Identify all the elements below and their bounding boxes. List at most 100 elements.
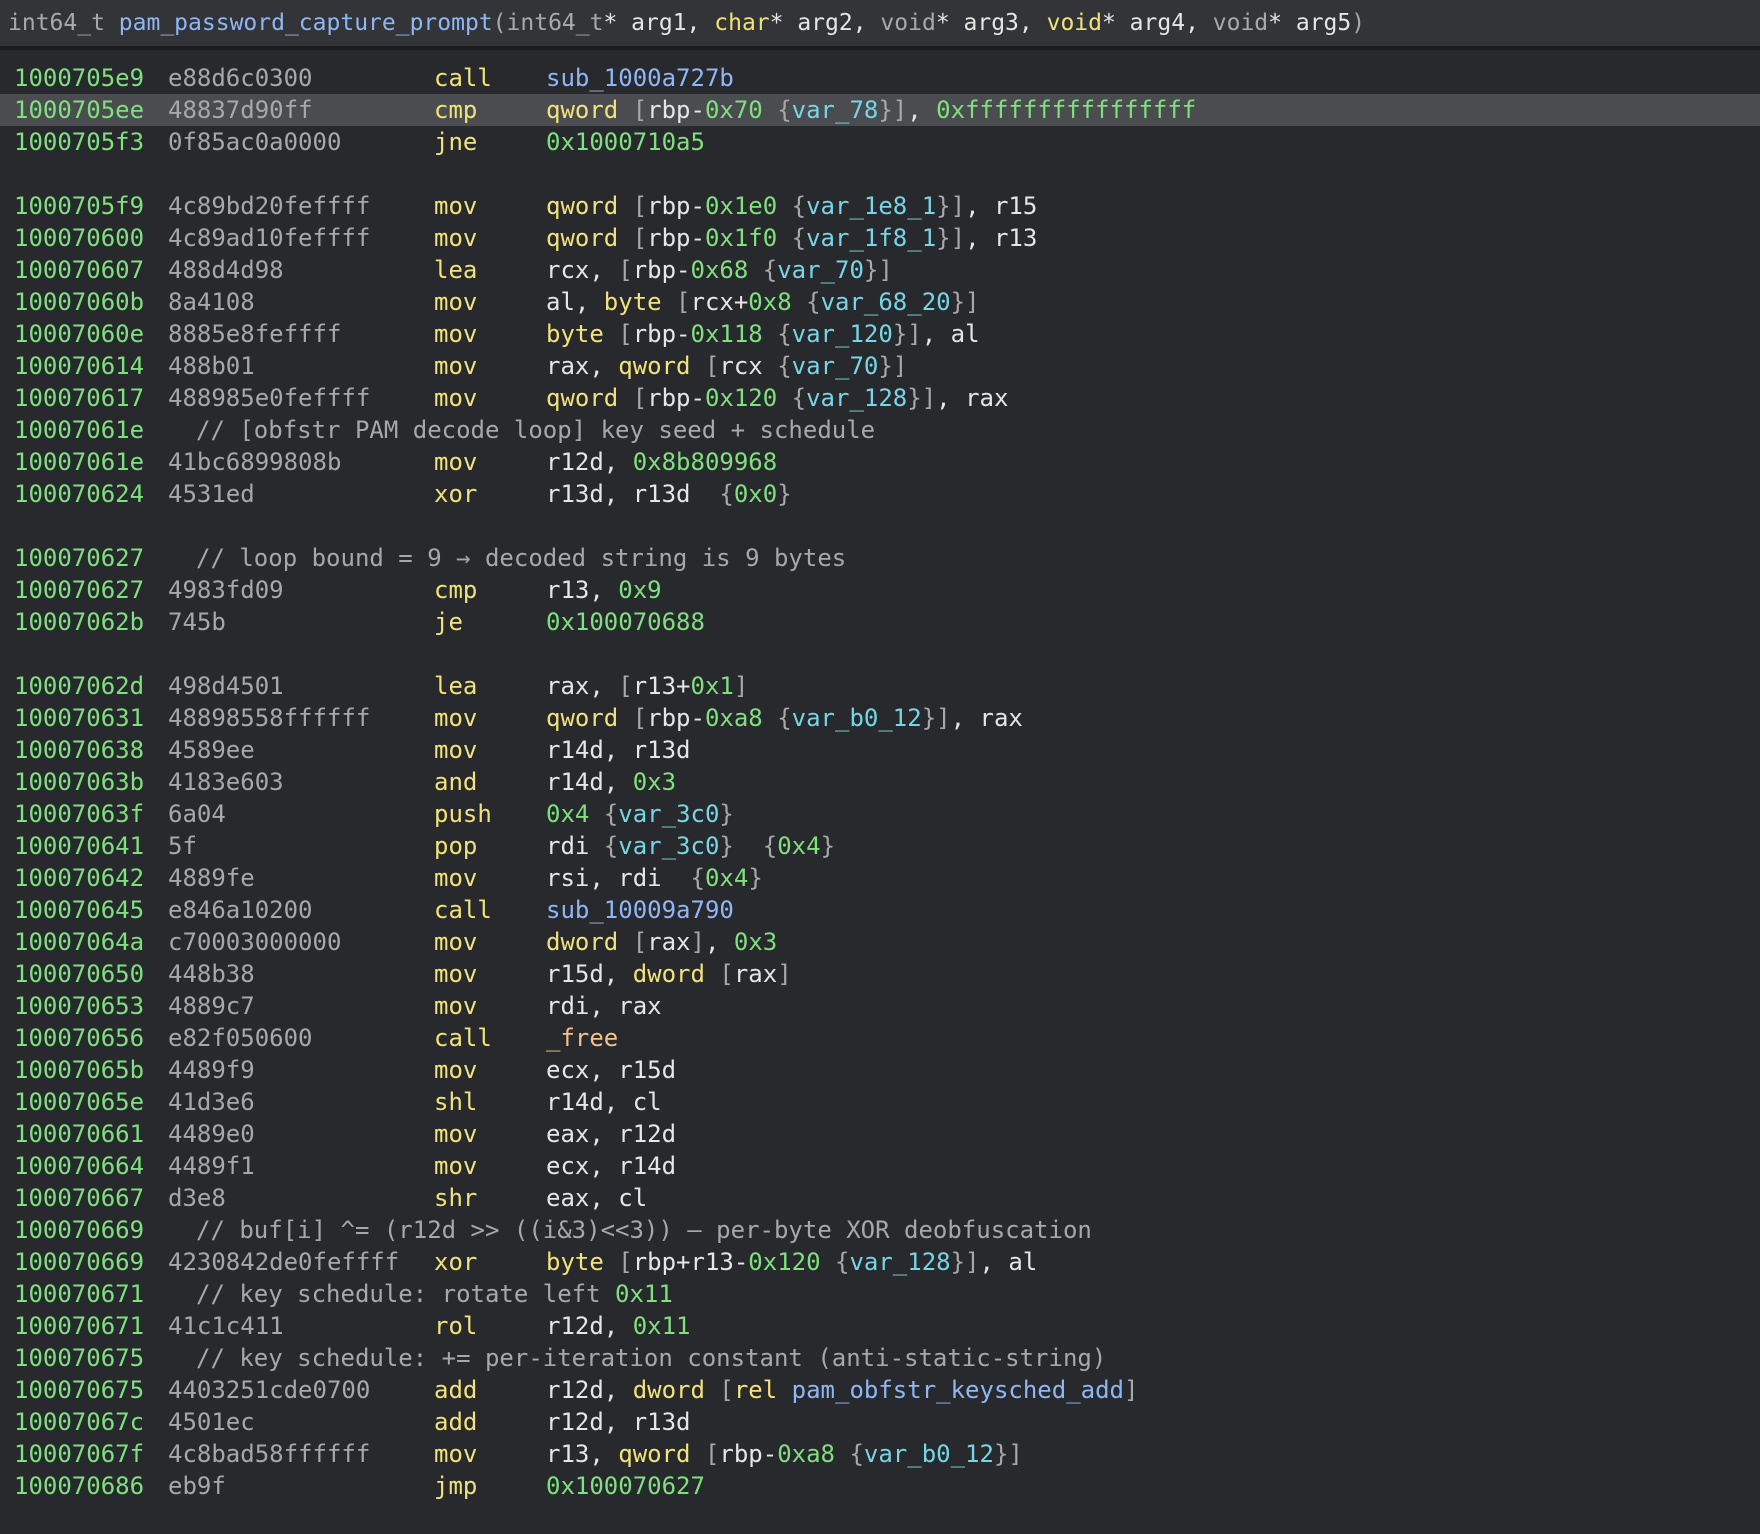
address[interactable]: 100070671 xyxy=(14,1278,144,1310)
instruction-row[interactable]: 1000705f9 4c89bd20feffff mov qword [rbp-0x1… xyxy=(0,190,1760,222)
address[interactable]: 100070664 xyxy=(14,1150,144,1182)
instruction-row[interactable]: 10007067c 4501ec add r12d, r13d xyxy=(0,1406,1760,1438)
address[interactable]: 10007063b xyxy=(14,766,144,798)
variable-ref[interactable]: var_1f8_1 xyxy=(806,224,936,252)
address[interactable]: 10007064a xyxy=(14,926,144,958)
address[interactable]: 100070641 xyxy=(14,830,144,862)
instruction-row[interactable]: 10007062b 745b je 0x100070688 xyxy=(0,606,1760,638)
address[interactable]: 100070671 xyxy=(14,1310,144,1342)
address[interactable]: 100070642 xyxy=(14,862,144,894)
import-ref[interactable]: _free xyxy=(546,1024,618,1052)
instruction-row[interactable]: 100070617 488985e0feffff mov qword [rbp-0x1… xyxy=(0,382,1760,414)
instruction-row[interactable]: 10007067f 4c8bad58ffffff mov r13, qword [rb… xyxy=(0,1438,1760,1470)
address[interactable]: 100070669 xyxy=(14,1246,144,1278)
symbol-ref[interactable]: pam_obfstr_keysched_add xyxy=(792,1376,1124,1404)
instruction-row[interactable]: 100070650 448b38 mov r15d, dword [rax] xyxy=(0,958,1760,990)
function-name[interactable]: pam_password_capture_prompt xyxy=(119,10,493,36)
instruction-row[interactable]: 10007060e 8885e8feffff mov byte [rbp-0x118 … xyxy=(0,318,1760,350)
address[interactable]: 1000705e9 xyxy=(14,62,144,94)
instruction-row[interactable]: 100070641 5f pop rdi {var_3c0} {0x4} xyxy=(0,830,1760,862)
variable-ref[interactable]: var_120 xyxy=(792,320,893,348)
address[interactable]: 100070638 xyxy=(14,734,144,766)
address[interactable]: 1000705f9 xyxy=(14,190,144,222)
instruction-row[interactable]: 1000705f3 0f85ac0a0000 jne 0x1000710a5 xyxy=(0,126,1760,158)
instruction-row[interactable]: 100070642 4889fe mov rsi, rdi {0x4} xyxy=(0,862,1760,894)
comment-line[interactable]: 100070675 // key schedule: += per-iterati… xyxy=(0,1342,1760,1374)
address[interactable]: 10007060b xyxy=(14,286,144,318)
address[interactable]: 10007061e xyxy=(14,446,144,478)
instruction-row[interactable]: 100070607 488d4d98 lea rcx, [rbp-0x68 {var_… xyxy=(0,254,1760,286)
variable-ref[interactable]: var_128 xyxy=(849,1248,950,1276)
instruction-row[interactable]: 100070638 4589ee mov r14d, r13d xyxy=(0,734,1760,766)
instruction-row[interactable]: 100070631 48898558ffffff mov qword [rbp-0xa… xyxy=(0,702,1760,734)
comment-line[interactable]: 10007061e // [obfstr PAM decode loop] key… xyxy=(0,414,1760,446)
address[interactable]: 100070617 xyxy=(14,382,144,414)
instruction-row[interactable]: 100070667 d3e8 shr eax, cl xyxy=(0,1182,1760,1214)
instruction-row[interactable]: 10007064a c70003000000 mov dword [rax], 0x3 xyxy=(0,926,1760,958)
instruction-row[interactable]: 100070664 4489f1 mov ecx, r14d xyxy=(0,1150,1760,1182)
address[interactable]: 100070624 xyxy=(14,478,144,510)
address[interactable]: 10007060e xyxy=(14,318,144,350)
address[interactable]: 100070627 xyxy=(14,542,144,574)
instruction-row[interactable]: 100070675 4403251cde0700 add r12d, dword [r… xyxy=(0,1374,1760,1406)
instruction-row[interactable]: 10007065b 4489f9 mov ecx, r15d xyxy=(0,1054,1760,1086)
instruction-row[interactable]: 10007061e 41bc6899808b mov r12d, 0x8b809968 xyxy=(0,446,1760,478)
variable-ref[interactable]: var_78 xyxy=(792,96,879,124)
instruction-row[interactable]: 100070661 4489e0 mov eax, r12d xyxy=(0,1118,1760,1150)
instruction-row[interactable]: 100070624 4531ed xor r13d, r13d {0x0} xyxy=(0,478,1760,510)
address[interactable]: 100070653 xyxy=(14,990,144,1022)
numeric-operand[interactable]: 0x100070688 xyxy=(546,608,705,636)
address[interactable]: 10007062b xyxy=(14,606,144,638)
address[interactable]: 100070627 xyxy=(14,574,144,606)
address[interactable]: 10007061e xyxy=(14,414,144,446)
address[interactable]: 10007062d xyxy=(14,670,144,702)
selected-instruction-row[interactable]: 1000705ee 48837d90ff cmp qword [rbp-0x70 {v… xyxy=(0,94,1760,126)
numeric-operand[interactable]: 0x100070627 xyxy=(546,1472,705,1500)
instruction-row[interactable]: 100070645 e846a10200 call sub_10009a790 xyxy=(0,894,1760,926)
instruction-row[interactable]: 10007065e 41d3e6 shl r14d, cl xyxy=(0,1086,1760,1118)
variable-ref[interactable]: var_68_20 xyxy=(821,288,951,316)
address[interactable]: 100070669 xyxy=(14,1214,144,1246)
address[interactable]: 1000705ee xyxy=(14,94,144,126)
address[interactable]: 100070607 xyxy=(14,254,144,286)
comment-line[interactable]: 100070627 // loop bound = 9 → decoded str… xyxy=(0,542,1760,574)
instruction-row[interactable]: 10007060b 8a4108 mov al, byte [rcx+0x8 {var… xyxy=(0,286,1760,318)
address[interactable]: 10007065b xyxy=(14,1054,144,1086)
numeric-operand[interactable]: 0x1000710a5 xyxy=(546,128,705,156)
variable-ref[interactable]: var_128 xyxy=(806,384,907,412)
instruction-row[interactable]: 100070600 4c89ad10feffff mov qword [rbp-0x1… xyxy=(0,222,1760,254)
instruction-row[interactable]: 10007063f 6a04 push 0x4 {var_3c0} xyxy=(0,798,1760,830)
variable-ref[interactable]: var_70 xyxy=(792,352,879,380)
symbol-ref[interactable]: sub_1000a727b xyxy=(546,64,734,92)
variable-ref[interactable]: var_3c0 xyxy=(618,800,719,828)
address[interactable]: 100070650 xyxy=(14,958,144,990)
address[interactable]: 100070675 xyxy=(14,1342,144,1374)
variable-ref[interactable]: var_3c0 xyxy=(618,832,719,860)
address[interactable]: 1000705f3 xyxy=(14,126,144,158)
variable-ref[interactable]: var_1e8_1 xyxy=(806,192,936,220)
address[interactable]: 100070614 xyxy=(14,350,144,382)
instruction-row[interactable]: 100070669 4230842de0feffff xor byte [rbp+r1… xyxy=(0,1246,1760,1278)
variable-ref[interactable]: var_b0_12 xyxy=(792,704,922,732)
instruction-row[interactable]: 100070653 4889c7 mov rdi, rax xyxy=(0,990,1760,1022)
address[interactable]: 10007067f xyxy=(14,1438,144,1470)
address[interactable]: 100070600 xyxy=(14,222,144,254)
address[interactable]: 100070686 xyxy=(14,1470,144,1502)
variable-ref[interactable]: var_70 xyxy=(777,256,864,284)
address[interactable]: 100070675 xyxy=(14,1374,144,1406)
instruction-row[interactable]: 100070614 488b01 mov rax, qword [rcx {var_7… xyxy=(0,350,1760,382)
comment-line[interactable]: 100070669 // buf[i] ^= (r12d >> ((i&3)<<3… xyxy=(0,1214,1760,1246)
address[interactable]: 100070661 xyxy=(14,1118,144,1150)
address[interactable]: 100070631 xyxy=(14,702,144,734)
comment-line[interactable]: 100070671 // key schedule: rotate left 0x… xyxy=(0,1278,1760,1310)
instruction-row[interactable]: 10007063b 4183e603 and r14d, 0x3 xyxy=(0,766,1760,798)
variable-ref[interactable]: var_b0_12 xyxy=(864,1440,994,1468)
instruction-row[interactable]: 10007062d 498d4501 lea rax, [r13+0x1] xyxy=(0,670,1760,702)
symbol-ref[interactable]: sub_10009a790 xyxy=(546,896,734,924)
address[interactable]: 10007065e xyxy=(14,1086,144,1118)
instruction-row[interactable]: 1000705e9 e88d6c0300 call sub_1000a727b xyxy=(0,62,1760,94)
address[interactable]: 100070656 xyxy=(14,1022,144,1054)
instruction-row[interactable]: 100070671 41c1c411 rol r12d, 0x11 xyxy=(0,1310,1760,1342)
instruction-row[interactable]: 100070686 eb9f jmp 0x100070627 xyxy=(0,1470,1760,1502)
address[interactable]: 10007067c xyxy=(14,1406,144,1438)
